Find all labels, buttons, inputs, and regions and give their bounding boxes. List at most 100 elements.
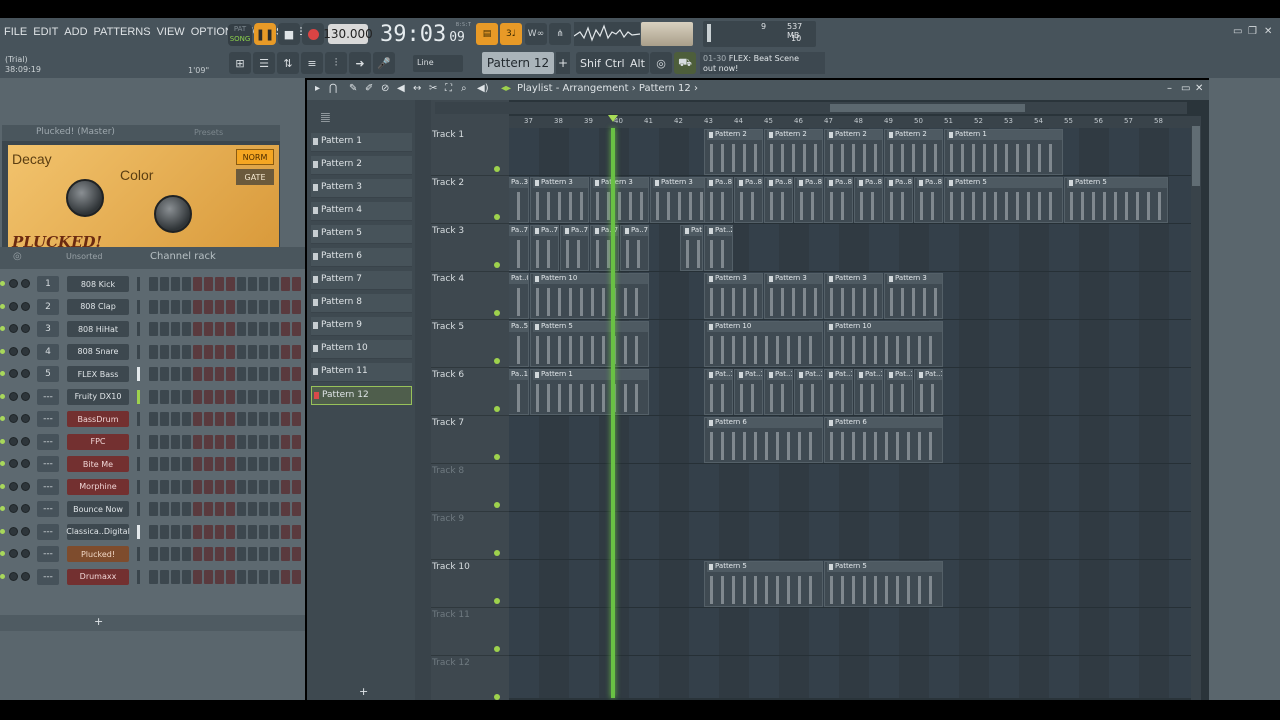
pattern-clip[interactable]: Pa..1 — [509, 369, 529, 415]
channel-select-indicator[interactable] — [137, 322, 140, 336]
step-button[interactable] — [149, 502, 158, 516]
record-audio-button[interactable]: 🎤 — [373, 52, 395, 74]
step-button[interactable] — [149, 457, 158, 471]
pattern-clip[interactable]: Pat..1 — [794, 369, 823, 415]
channel-select-indicator[interactable] — [137, 434, 140, 449]
channel-rack-header[interactable]: ◎ Unsorted Channel rack — [0, 247, 305, 269]
pattern-clip[interactable]: Pattern 6 — [704, 417, 823, 463]
channel-select-indicator[interactable] — [137, 344, 140, 359]
step-button[interactable] — [281, 344, 290, 359]
channel-name-button[interactable]: 808 Snare — [67, 343, 129, 360]
step-button[interactable] — [171, 434, 180, 449]
channel-mute-led[interactable] — [0, 461, 5, 466]
step-button[interactable] — [193, 457, 202, 471]
channel-row[interactable]: --- Bite Me — [0, 453, 305, 475]
pattern-clip[interactable]: Pattern 3 — [884, 273, 943, 319]
channel-volume-knob[interactable] — [21, 436, 30, 446]
mute-tool-icon[interactable]: ◀ — [397, 83, 405, 94]
step-button[interactable] — [270, 277, 279, 291]
step-button[interactable] — [259, 277, 268, 291]
pattern-clip[interactable]: Pat..0 — [509, 273, 529, 319]
step-button[interactable] — [182, 502, 191, 516]
pattern-clip[interactable]: Pattern 3 — [650, 177, 709, 223]
channel-pan-knob[interactable] — [9, 324, 18, 333]
channel-name-button[interactable]: Bite Me — [67, 456, 129, 472]
track-header[interactable]: Track 10 — [431, 560, 509, 608]
step-button[interactable] — [226, 344, 235, 359]
play-pause-button[interactable]: ❚❚ — [254, 23, 276, 45]
channel-mute-led[interactable] — [0, 416, 5, 421]
step-button[interactable] — [226, 569, 235, 584]
playhead-marker[interactable] — [608, 115, 618, 122]
pattern-clip[interactable]: Pa..7 — [560, 225, 589, 271]
step-button[interactable] — [292, 412, 301, 426]
pattern-picker-item[interactable]: Pattern 11 — [311, 363, 412, 382]
channel-mixer-track[interactable]: --- — [37, 501, 59, 517]
step-button[interactable] — [259, 457, 268, 471]
step-button[interactable] — [149, 479, 158, 494]
step-button[interactable] — [226, 299, 235, 314]
restore-app-button[interactable]: ❐ — [1248, 26, 1257, 37]
step-button[interactable] — [160, 344, 169, 359]
step-button[interactable] — [237, 434, 246, 449]
step-button[interactable] — [248, 367, 257, 381]
channel-row[interactable]: --- Fruity DX10 — [0, 386, 305, 408]
step-button[interactable] — [193, 547, 202, 561]
metronome-button[interactable]: ▤ — [476, 23, 498, 45]
channel-pan-knob[interactable] — [9, 481, 18, 491]
channel-row[interactable]: 2 808 Clap — [0, 296, 305, 318]
step-button[interactable] — [281, 389, 290, 404]
step-button[interactable] — [215, 547, 224, 561]
pattern-clip[interactable]: Pattern 2 — [704, 129, 763, 175]
channel-mute-led[interactable] — [0, 393, 5, 399]
track-header[interactable]: Track 2 — [431, 176, 509, 224]
channel-select-indicator[interactable] — [137, 367, 140, 381]
step-button[interactable] — [292, 344, 301, 359]
channel-pan-knob[interactable] — [9, 504, 18, 513]
step-button[interactable] — [171, 412, 180, 426]
pattern-picker-item[interactable]: Pattern 8 — [311, 294, 412, 313]
step-button[interactable] — [149, 344, 158, 359]
channel-mixer-track[interactable]: --- — [37, 546, 59, 562]
pattern-clip[interactable]: Pa..8 — [824, 177, 853, 223]
step-button[interactable] — [171, 367, 180, 381]
channel-mixer-track[interactable]: 2 — [37, 298, 59, 315]
track-header[interactable]: Track 12 — [431, 656, 509, 704]
track-mute-led[interactable] — [494, 550, 500, 556]
piano-icon[interactable]: 𝄚 — [321, 112, 330, 126]
channel-select-indicator[interactable] — [137, 412, 140, 426]
channel-rack-button[interactable]: ≡ — [301, 52, 323, 74]
alt-key-button[interactable]: Alt — [626, 52, 649, 74]
pattern-picker-item[interactable]: Pattern 5 — [311, 225, 412, 244]
channel-name-button[interactable]: BassDrum — [67, 411, 129, 427]
master-volume-meter[interactable] — [641, 22, 693, 46]
step-button[interactable] — [270, 367, 279, 381]
step-button[interactable] — [215, 277, 224, 291]
step-button[interactable] — [248, 322, 257, 336]
channel-mixer-track[interactable]: --- — [37, 478, 59, 495]
step-button[interactable] — [281, 457, 290, 471]
channel-mixer-track[interactable]: 3 — [37, 321, 59, 337]
pattern-clip[interactable]: Pa..8 — [854, 177, 883, 223]
step-button[interactable] — [160, 569, 169, 584]
step-button[interactable] — [281, 322, 290, 336]
step-button[interactable] — [237, 277, 246, 291]
snap-select[interactable]: Line — [413, 55, 463, 72]
step-button[interactable] — [160, 524, 169, 539]
step-button[interactable] — [171, 524, 180, 539]
step-button[interactable] — [270, 299, 279, 314]
step-button[interactable] — [281, 569, 290, 584]
step-button[interactable] — [292, 569, 301, 584]
step-button[interactable] — [237, 322, 246, 336]
pattern-clip[interactable]: Pa..8 — [734, 177, 763, 223]
step-button[interactable] — [149, 322, 158, 336]
step-button[interactable] — [248, 547, 257, 561]
channel-volume-knob[interactable] — [21, 549, 30, 558]
step-button[interactable] — [270, 547, 279, 561]
step-button[interactable] — [237, 299, 246, 314]
channel-volume-knob[interactable] — [21, 571, 30, 581]
recent-tools-button[interactable]: ⊞ — [229, 52, 251, 74]
step-button[interactable] — [237, 569, 246, 584]
step-button[interactable] — [248, 412, 257, 426]
step-button[interactable] — [259, 434, 268, 449]
